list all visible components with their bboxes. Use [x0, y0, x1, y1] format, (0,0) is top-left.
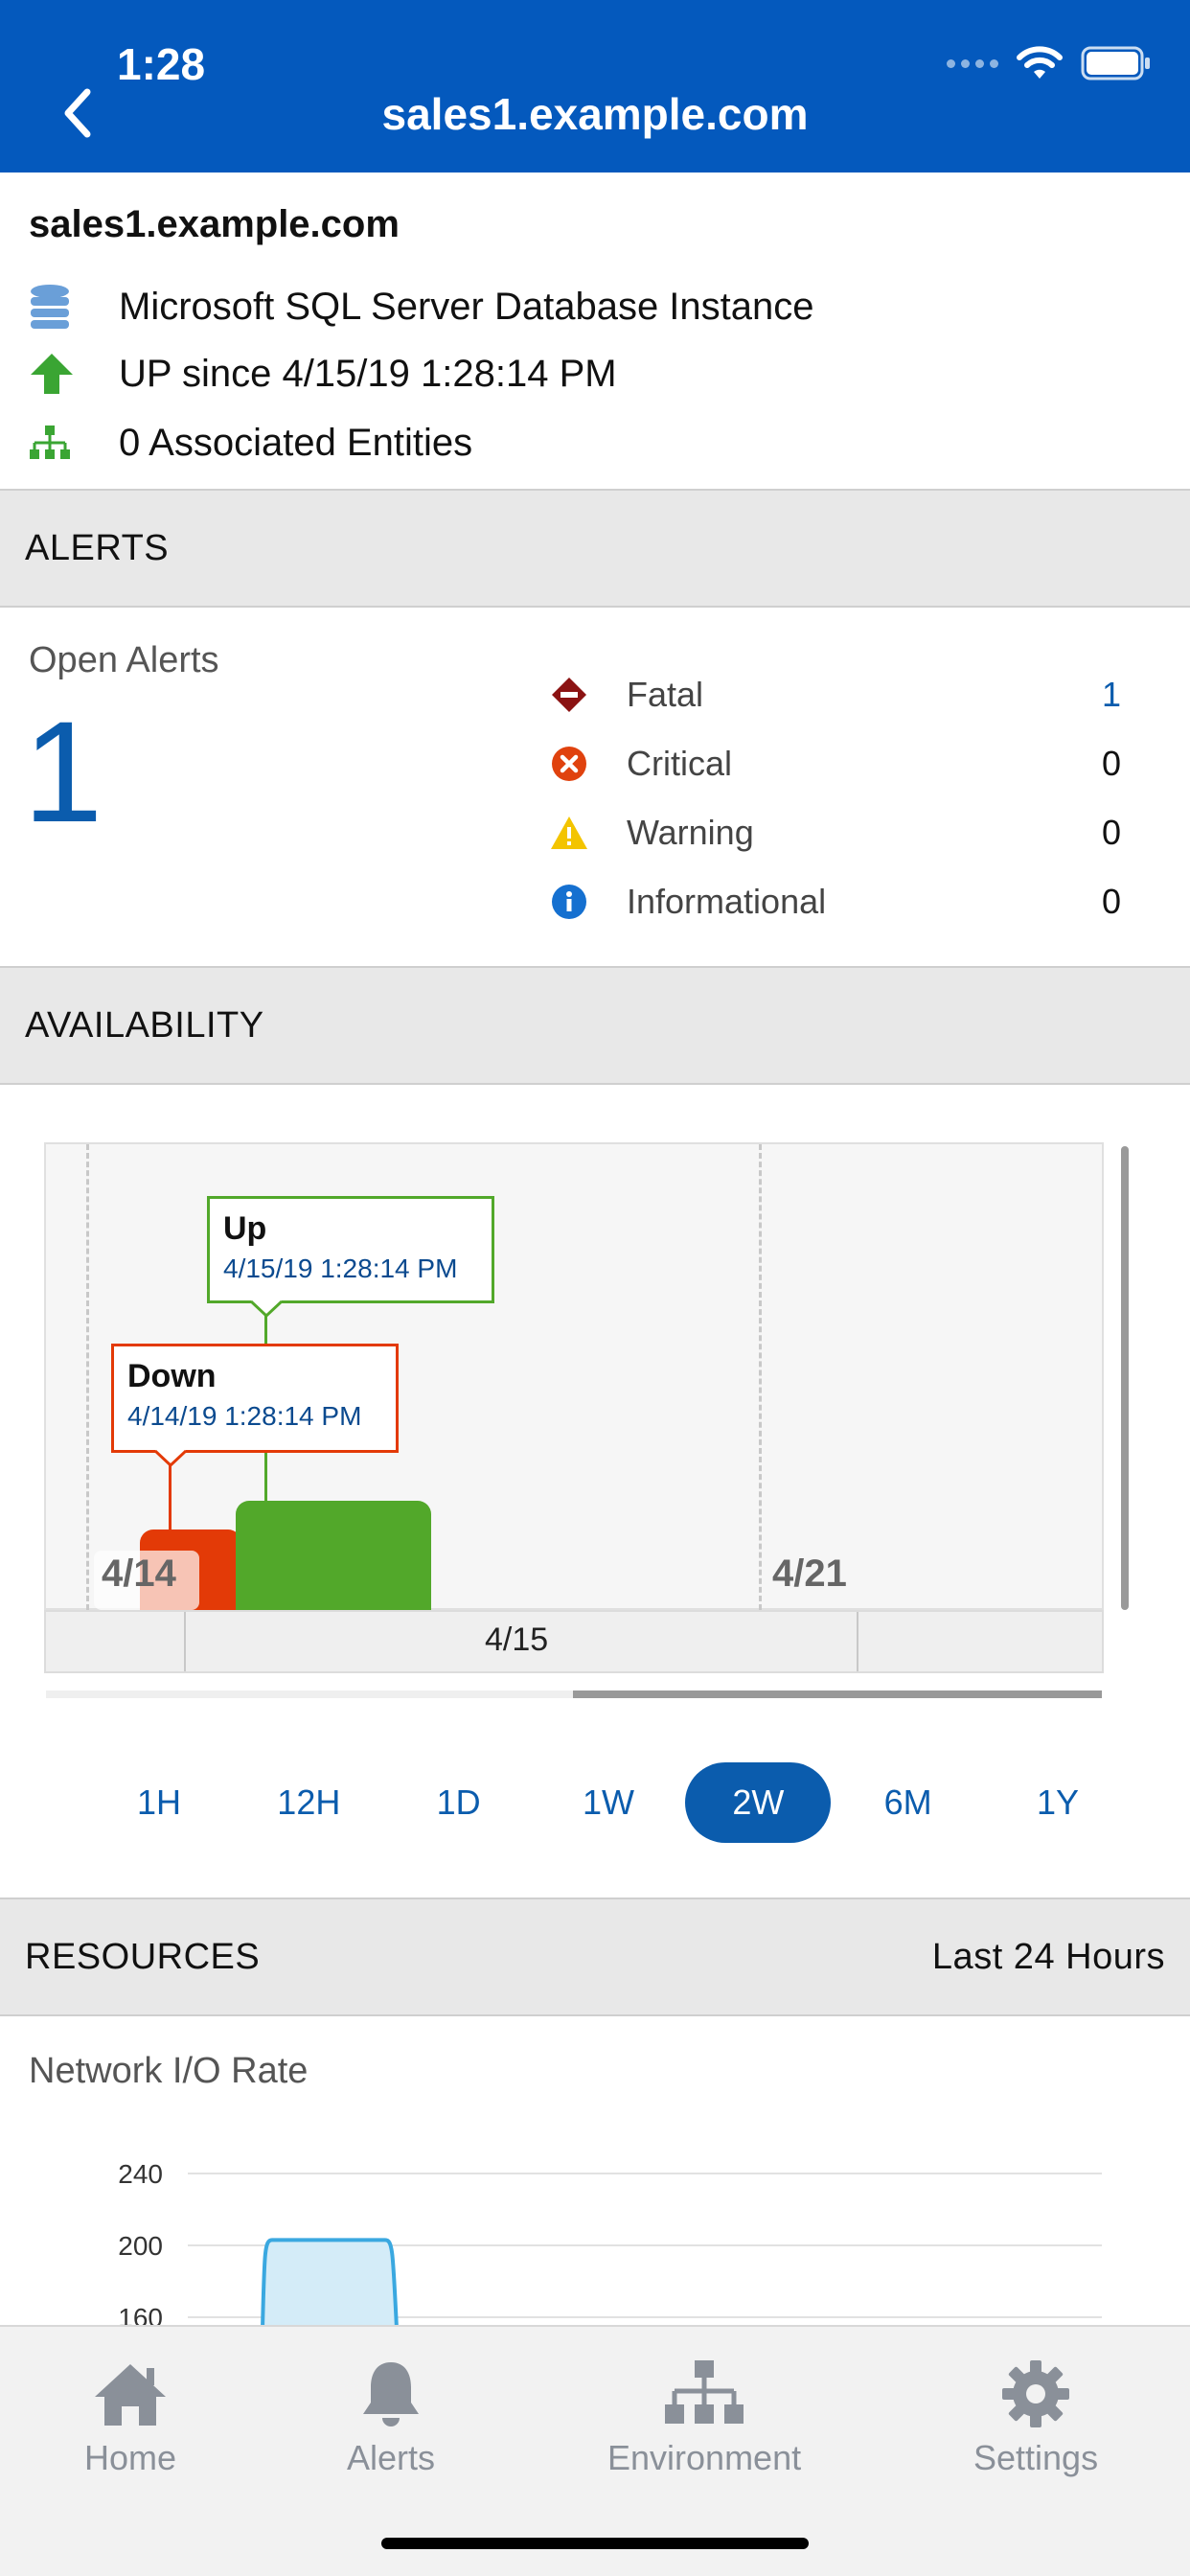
tab-label: Environment [607, 2438, 802, 2477]
down-callout: Down 4/14/19 1:28:14 PM [111, 1344, 399, 1453]
alert-label: Critical [627, 744, 733, 783]
nav-header: 1:28 sales1.example.com [0, 0, 1190, 172]
alert-count: 0 [1101, 813, 1121, 852]
alerts-section-header: ALERTS [0, 489, 1190, 608]
availability-section-title: AVAILABILITY [25, 1004, 264, 1046]
open-alerts-count[interactable]: 1 [23, 700, 103, 843]
resources-section-header: RESOURCES Last 24 Hours [0, 1898, 1190, 2016]
signal-icon [947, 58, 998, 68]
axis-tick [857, 1612, 858, 1671]
range-button-1w[interactable]: 1W [536, 1762, 681, 1843]
alert-row-fatal[interactable]: Fatal 1 [546, 666, 1121, 724]
up-callout: Up 4/15/19 1:28:14 PM [207, 1196, 494, 1303]
resources-range-label[interactable]: Last 24 Hours [932, 1937, 1165, 1978]
gear-icon [1002, 2360, 1070, 2427]
open-alerts-label: Open Alerts [29, 640, 219, 680]
range-button-6m[interactable]: 6M [835, 1762, 981, 1843]
entity-type-row: Microsoft SQL Server Database Instance [29, 278, 814, 335]
up-arrow-icon [31, 354, 73, 394]
host-name: sales1.example.com [29, 203, 400, 245]
critical-x-icon [552, 747, 586, 781]
y-tick-label: 240 [118, 2159, 163, 2189]
series-area [260, 2238, 400, 2329]
entity-type: Microsoft SQL Server Database Instance [119, 285, 814, 328]
alert-row-informational[interactable]: Informational 0 [546, 873, 1121, 931]
alert-label: Fatal [627, 675, 704, 714]
bell-icon [363, 2362, 420, 2426]
tab-settings[interactable]: Settings [973, 2356, 1098, 2478]
down-callout-date: 4/14/19 1:28:14 PM [127, 1401, 362, 1431]
fatal-diamond-icon [552, 678, 586, 712]
network-icon [665, 2360, 744, 2424]
time-range-selector: 1H 12H 1D 1W 2W 6M 1Y [86, 1761, 1131, 1844]
associated-entities-row[interactable]: 0 Associated Entities [29, 414, 472, 472]
entity-status: UP since 4/15/19 1:28:14 PM [119, 352, 617, 395]
range-button-1d[interactable]: 1D [386, 1762, 532, 1843]
up-callout-pointer [251, 1300, 282, 1319]
down-callout-title: Down [127, 1358, 217, 1394]
chart-title: Network I/O Rate [29, 2051, 309, 2091]
range-button-1h[interactable]: 1H [86, 1762, 232, 1843]
tab-label: Home [84, 2438, 177, 2477]
tab-label: Settings [973, 2438, 1099, 2477]
axis-date-label: 4/15 [485, 1622, 549, 1658]
resources-section-title: RESOURCES [25, 1936, 261, 1977]
tab-alerts[interactable]: Alerts [347, 2356, 435, 2478]
info-icon [552, 885, 586, 919]
wifi-icon [1017, 46, 1063, 79]
network-io-chart[interactable]: 240200160 [0, 2137, 1190, 2329]
down-callout-pointer [155, 1450, 186, 1468]
alert-count: 0 [1101, 882, 1121, 921]
entity-summary: sales1.example.com Microsoft SQL Server … [0, 172, 1190, 489]
warning-triangle-icon [551, 816, 587, 849]
horizontal-scroll-thumb[interactable] [573, 1690, 1102, 1698]
home-indicator [381, 2538, 809, 2549]
alert-label: Warning [627, 813, 754, 852]
day-divider [759, 1144, 762, 1610]
page-title: sales1.example.com [381, 89, 809, 139]
timeline-axis: 4/15 [44, 1610, 1104, 1673]
y-tick-label: 200 [118, 2231, 163, 2261]
alert-row-warning[interactable]: Warning 0 [546, 804, 1121, 862]
up-callout-date: 4/15/19 1:28:14 PM [223, 1254, 458, 1283]
date-label-right: 4/21 [772, 1552, 847, 1595]
home-icon [95, 2364, 167, 2426]
alert-label: Informational [627, 882, 827, 921]
availability-section-header: AVAILABILITY [0, 966, 1190, 1085]
axis-tick [184, 1612, 186, 1671]
tab-label: Alerts [347, 2438, 436, 2477]
database-icon [31, 285, 69, 329]
tab-environment[interactable]: Environment [607, 2356, 801, 2478]
status-indicators [947, 44, 1152, 82]
tab-home[interactable]: Home [84, 2356, 176, 2478]
hierarchy-icon [30, 426, 70, 459]
alert-count: 1 [1101, 675, 1121, 714]
range-button-12h[interactable]: 12H [236, 1762, 381, 1843]
status-time: 1:28 [117, 39, 206, 89]
alert-row-critical[interactable]: Critical 0 [546, 735, 1121, 793]
range-button-1y[interactable]: 1Y [985, 1762, 1131, 1843]
vertical-scrollbar[interactable] [1121, 1146, 1129, 1610]
date-label-left: 4/14 [102, 1552, 176, 1595]
associated-entities: 0 Associated Entities [119, 421, 473, 464]
battery-icon [1081, 46, 1150, 80]
range-button-2w[interactable]: 2W [685, 1762, 832, 1843]
entity-status-row: UP since 4/15/19 1:28:14 PM [29, 345, 617, 402]
alert-count: 0 [1101, 744, 1121, 783]
day-divider [86, 1144, 89, 1610]
alerts-section-title: ALERTS [25, 527, 170, 568]
up-callout-title: Up [223, 1210, 267, 1247]
up-interval-bar[interactable] [236, 1501, 431, 1610]
